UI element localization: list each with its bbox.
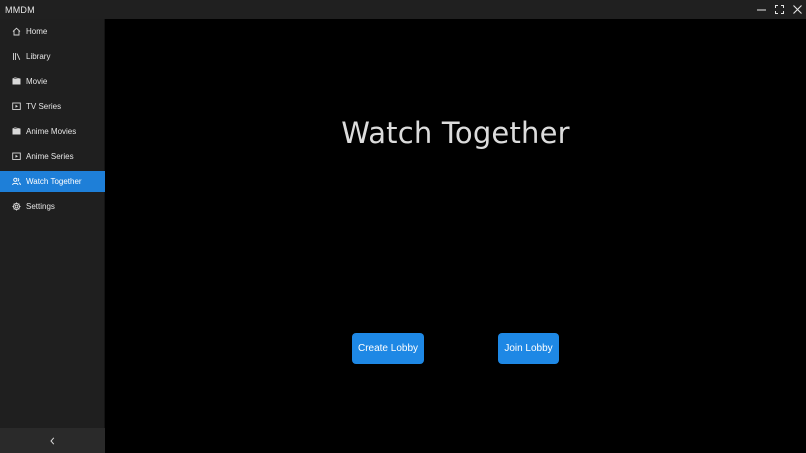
minimize-icon[interactable] xyxy=(752,0,770,19)
sidebar-item-label: Home xyxy=(26,27,48,36)
library-icon xyxy=(12,52,21,61)
sidebar: Home Library Movie TV Series Anime Movie… xyxy=(0,19,105,453)
sidebar-item-tv-series[interactable]: TV Series xyxy=(0,96,105,117)
sidebar-item-watch-together[interactable]: Watch Together xyxy=(0,171,105,192)
sidebar-item-settings[interactable]: Settings xyxy=(0,196,105,217)
movie-icon xyxy=(12,77,21,86)
window-controls xyxy=(752,0,806,19)
tv-series-icon xyxy=(12,102,21,111)
page-title: Watch Together xyxy=(341,116,570,150)
gear-icon xyxy=(12,202,21,211)
home-icon xyxy=(12,27,21,36)
people-icon xyxy=(12,177,21,186)
tv-series-icon xyxy=(12,152,21,161)
sidebar-item-label: Anime Series xyxy=(26,152,74,161)
movie-icon xyxy=(12,127,21,136)
sidebar-item-label: Anime Movies xyxy=(26,127,77,136)
chevron-left-icon xyxy=(49,432,56,450)
title-bar: MMDM xyxy=(0,0,806,19)
sidebar-item-home[interactable]: Home xyxy=(0,21,105,42)
sidebar-item-label: Movie xyxy=(26,77,48,86)
sidebar-item-anime-series[interactable]: Anime Series xyxy=(0,146,105,167)
sidebar-item-label: Settings xyxy=(26,202,55,211)
maximize-icon[interactable] xyxy=(770,0,788,19)
join-lobby-button[interactable]: Join Lobby xyxy=(498,333,559,364)
sidebar-item-label: TV Series xyxy=(26,102,62,111)
main-content: Watch Together Create Lobby Join Lobby xyxy=(105,19,806,453)
close-icon[interactable] xyxy=(788,0,806,19)
sidebar-collapse-button[interactable] xyxy=(0,428,105,453)
sidebar-item-library[interactable]: Library xyxy=(0,46,105,67)
sidebar-item-movie[interactable]: Movie xyxy=(0,71,105,92)
create-lobby-button[interactable]: Create Lobby xyxy=(352,333,424,364)
sidebar-item-label: Library xyxy=(26,52,51,61)
sidebar-item-label: Watch Together xyxy=(26,177,82,186)
sidebar-item-anime-movies[interactable]: Anime Movies xyxy=(0,121,105,142)
app-title: MMDM xyxy=(5,4,35,15)
